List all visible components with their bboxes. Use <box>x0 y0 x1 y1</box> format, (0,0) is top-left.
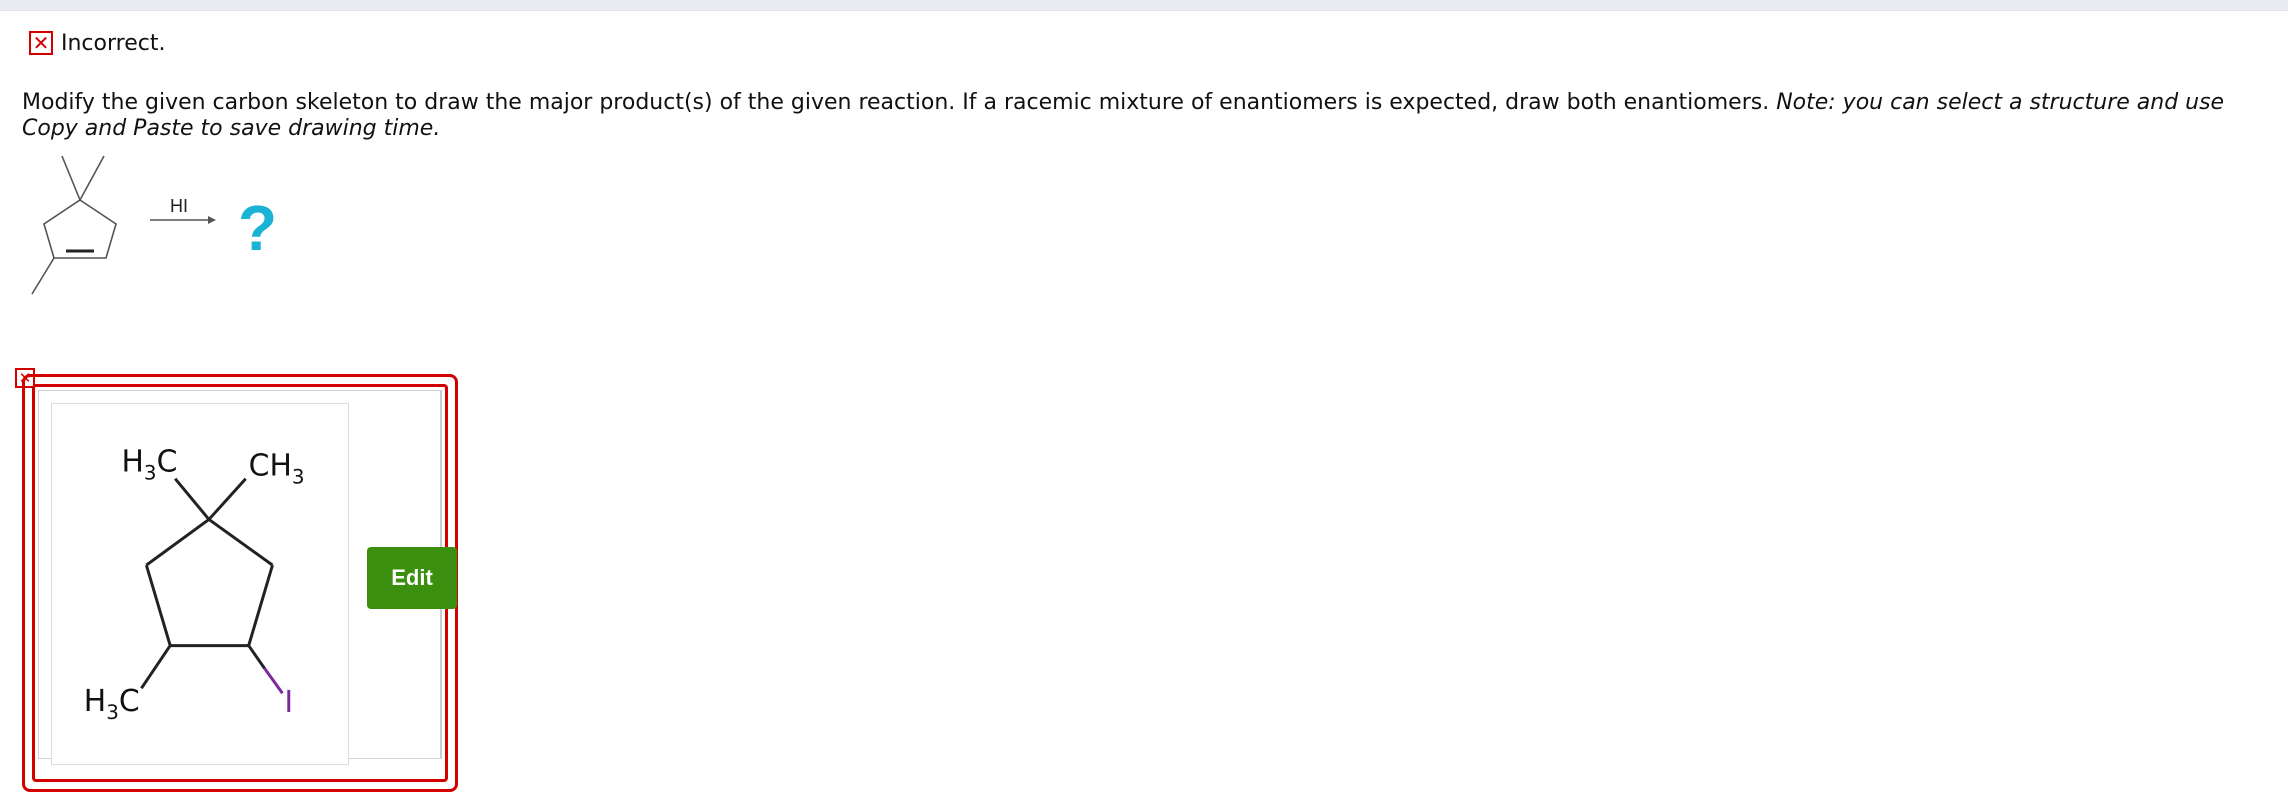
feedback-label: Incorrect. <box>61 30 166 56</box>
top-right-methyl-label: CH3 <box>249 449 305 489</box>
edit-button[interactable]: Edit <box>367 547 457 609</box>
carbon-iodine-bond <box>247 644 266 670</box>
starting-material-structure <box>31 155 117 295</box>
feedback-status: ✕ Incorrect. <box>29 28 165 58</box>
product-structure-drawing[interactable]: H3C CH3 H3C I <box>51 403 349 765</box>
question-prompt: Modify the given carbon skeleton to draw… <box>22 90 2272 142</box>
prompt-main-text: Modify the given carbon skeleton to draw… <box>22 90 1770 115</box>
answer-inner-frame: H3C CH3 H3C I Edit <box>32 384 457 782</box>
reagent-label: HI <box>170 196 188 216</box>
top-left-methyl-label: H3C <box>122 445 178 485</box>
incorrect-icon: ✕ <box>29 31 53 55</box>
answer-panel: H3C CH3 H3C I Edit <box>38 390 457 765</box>
cyclopentane-ring <box>140 477 274 690</box>
reaction-scheme: HI ? <box>31 155 277 295</box>
iodine-label: I <box>284 685 293 720</box>
answer-frame: H3C CH3 H3C I Edit <box>22 374 458 792</box>
top-bar <box>0 0 2288 11</box>
bottom-left-methyl-label: H3C <box>84 684 140 724</box>
unknown-product-mark: ? <box>238 192 277 264</box>
carbon-iodine-bond-purple <box>263 667 284 695</box>
